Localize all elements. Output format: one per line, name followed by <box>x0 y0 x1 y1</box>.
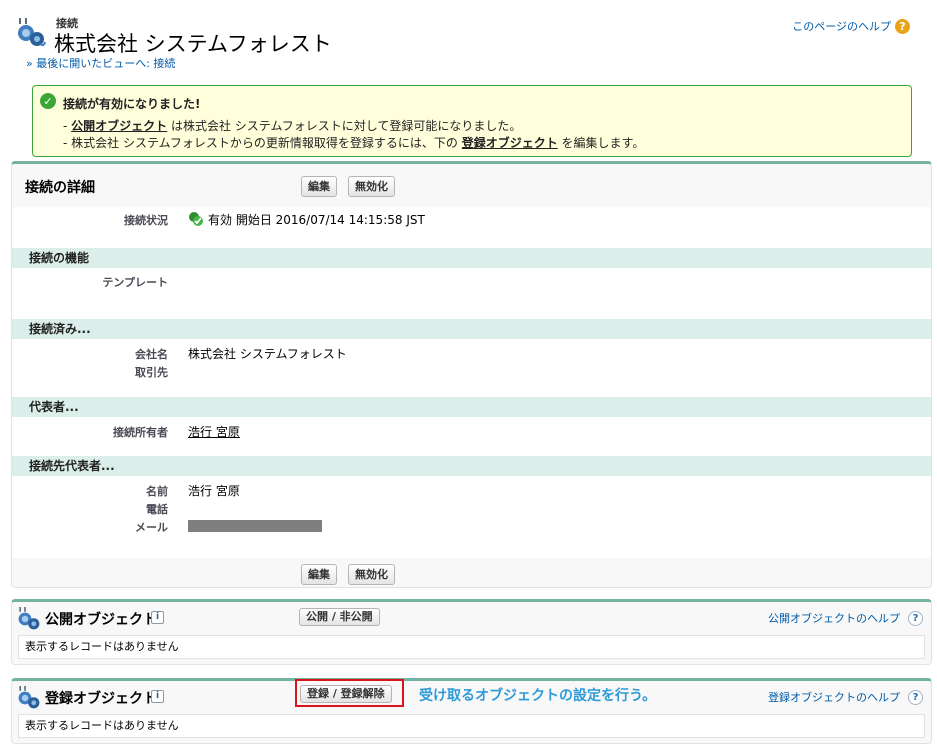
deactivate-button-bottom[interactable]: 無効化 <box>348 564 395 585</box>
phone-label: 電話 <box>146 503 168 516</box>
annotation-text: 受け取るオブジェクトの設定を行う。 <box>419 688 657 704</box>
published-objects-title: 公開オブジェクト <box>45 612 157 628</box>
published-objects-msg-link[interactable]: 公開オブジェクト <box>71 119 167 133</box>
name-value: 浩行 宮原 <box>188 484 240 498</box>
subscribed-help-link[interactable]: 登録オブジェクトのヘルプ ? <box>768 689 923 705</box>
highlight-box <box>295 679 404 707</box>
message-line-1: - 公開オブジェクト は株式会社 システムフォレストに対して登録可能になりました… <box>63 117 521 134</box>
edit-button-bottom[interactable]: 編集 <box>301 564 337 585</box>
subscribed-help-label: 登録オブジェクトのヘルプ <box>768 691 900 704</box>
section-connected: 接続済み... <box>12 319 931 339</box>
message-line-2-prefix: - 株式会社 システムフォレストからの更新情報取得を登録するには、下の <box>63 136 462 150</box>
status-label: 接続状況 <box>124 214 168 227</box>
section-features: 接続の機能 <box>12 248 931 268</box>
page-title: 株式会社 システムフォレスト <box>54 32 332 56</box>
subscribed-empty-message: 表示するレコードはありません <box>18 714 925 738</box>
message-line-1-prefix: - <box>63 119 72 133</box>
help-icon: ? <box>895 18 910 34</box>
detail-panel-title: 接続の詳細 <box>25 180 95 196</box>
detail-body: 接続状況 有効 開始日 2016/07/14 14:15:58 JST 接続の機… <box>12 207 931 558</box>
template-label: テンプレート <box>102 276 168 289</box>
page-help-link[interactable]: このページのヘルプ ? <box>792 18 910 34</box>
message-line-2: - 株式会社 システムフォレストからの更新情報取得を登録するには、下の 登録オブ… <box>63 134 644 151</box>
active-status-icon <box>189 212 203 226</box>
publish-unpublish-button[interactable]: 公開 / 非公開 <box>299 608 380 626</box>
help-icon: ? <box>908 610 923 626</box>
edit-button-top[interactable]: 編集 <box>301 176 337 197</box>
page-header: 接続 株式会社 システムフォレスト » 最後に開いたビューへ: 接続 このページ… <box>16 14 916 70</box>
connection-detail-panel: 接続の詳細 編集 無効化 接続状況 有効 開始日 2016/07/14 14:1… <box>11 161 932 588</box>
status-value: 有効 開始日 2016/07/14 14:15:58 JST <box>208 213 425 227</box>
connection-plug-icon <box>18 607 40 630</box>
company-value: 株式会社 システムフォレスト <box>188 347 347 361</box>
back-to-list-link[interactable]: » 最後に開いたビューへ: 接続 <box>26 55 175 71</box>
company-label: 会社名 <box>135 348 168 361</box>
message-line-1-suffix: は株式会社 システムフォレストに対して登録可能になりました。 <box>167 119 522 133</box>
confirmation-message: ✓ 接続が有効になりました! - 公開オブジェクト は株式会社 システムフォレス… <box>32 85 912 157</box>
page-help-label: このページのヘルプ <box>792 20 891 33</box>
account-label: 取引先 <box>135 366 168 379</box>
published-help-label: 公開オブジェクトのヘルプ <box>768 612 900 625</box>
info-icon[interactable]: i <box>151 690 164 703</box>
message-title: 接続が有効になりました! <box>63 97 201 111</box>
redacted-email <box>188 520 322 532</box>
published-objects-list: 公開オブジェクト i 公開 / 非公開 公開オブジェクトのヘルプ ? 表示するレ… <box>11 599 932 665</box>
section-remote-rep: 接続先代表者... <box>12 456 931 476</box>
published-help-link[interactable]: 公開オブジェクトのヘルプ ? <box>768 610 923 626</box>
owner-link[interactable]: 浩行 宮原 <box>188 423 240 440</box>
connection-plug-icon <box>18 18 46 47</box>
message-line-2-suffix: を編集します。 <box>557 136 645 150</box>
email-label: メール <box>135 521 168 534</box>
subscribed-objects-list: 登録オブジェクト i 登録 / 登録解除 受け取るオブジェクトの設定を行う。 登… <box>11 678 932 744</box>
owner-label: 接続所有者 <box>113 426 168 439</box>
name-label: 名前 <box>146 485 168 498</box>
subscribed-objects-title: 登録オブジェクト <box>45 691 157 707</box>
deactivate-button-top[interactable]: 無効化 <box>348 176 395 197</box>
subscribed-objects-msg-link[interactable]: 登録オブジェクト <box>462 136 558 150</box>
section-representative: 代表者... <box>12 397 931 417</box>
connection-plug-icon <box>18 686 40 709</box>
published-empty-message: 表示するレコードはありません <box>18 635 925 659</box>
help-icon: ? <box>908 689 923 705</box>
check-icon: ✓ <box>40 93 56 109</box>
info-icon[interactable]: i <box>151 611 164 624</box>
